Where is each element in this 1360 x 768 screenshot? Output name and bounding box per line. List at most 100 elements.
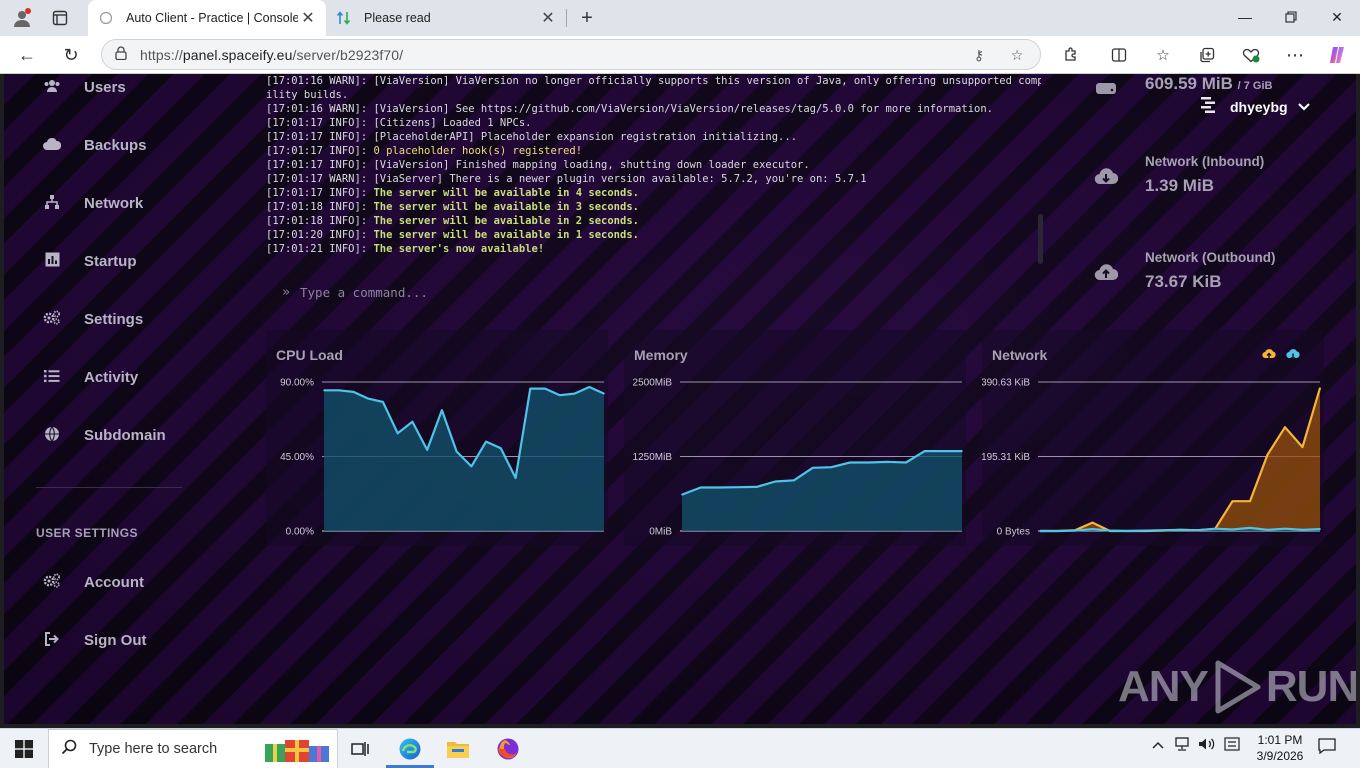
data-point [544, 387, 546, 390]
data-point [1284, 426, 1286, 428]
taskbar-clock[interactable]: 1:01 PM 3/9/2026 [1245, 732, 1315, 764]
data-point [737, 486, 739, 488]
clock-time: 1:01 PM [1257, 733, 1303, 747]
restore-icon[interactable] [1268, 0, 1314, 34]
minimize-icon[interactable]: — [1222, 0, 1268, 34]
username: dhyeybg [1230, 99, 1288, 115]
tab-actions-icon[interactable] [47, 6, 73, 30]
data-point [1231, 528, 1234, 531]
sidebar-item-users[interactable]: Users [42, 74, 126, 102]
console-line: [17:01:21 INFO]: The server's now availa… [266, 242, 1041, 256]
data-point [774, 480, 777, 483]
memory-chart-card: Memory 2500MiB 1250MiB 0MiB [624, 330, 966, 546]
data-point [426, 449, 428, 451]
data-point [514, 477, 517, 479]
new-tab-icon[interactable]: + [574, 6, 600, 30]
sidebar-item-account[interactable]: Account [42, 567, 144, 597]
more-options-icon[interactable]: ⋯ [1282, 43, 1308, 67]
close-window-icon[interactable]: ✕ [1314, 0, 1360, 34]
y-tick-label: 0 Bytes [997, 527, 1030, 538]
extensions-icon[interactable] [1058, 43, 1084, 67]
firefox-icon[interactable] [488, 733, 528, 765]
sidebar-item-activity[interactable]: Activity [42, 362, 138, 392]
data-point [500, 447, 502, 449]
data-point [382, 401, 384, 403]
sort-arrows-icon [336, 10, 352, 26]
sidebar-item-startup[interactable]: Startup [42, 246, 137, 276]
users-icon [42, 79, 62, 96]
data-point [1231, 500, 1234, 502]
chevron-down-icon [1297, 100, 1310, 114]
ime-icon[interactable] [1224, 737, 1240, 754]
lock-icon[interactable] [102, 46, 140, 63]
globe-icon [42, 426, 62, 445]
tab-please-read[interactable]: Please read ✕ [326, 0, 566, 36]
favorite-star-icon[interactable]: ☆ [1006, 45, 1028, 65]
tab-close-icon[interactable]: ✕ [538, 8, 558, 28]
console-scrollbar[interactable] [1038, 214, 1043, 264]
hdd-icon [1092, 74, 1120, 102]
back-icon[interactable]: ← [12, 40, 42, 70]
tab-separator [566, 9, 567, 27]
address-bar[interactable]: https://panel.spaceify.eu/server/b2923f7… [101, 39, 1041, 70]
sidebar-item-backups[interactable]: Backups [42, 130, 147, 160]
console-line: [17:01:17 INFO]: 0 placeholder hook(s) r… [266, 144, 1041, 158]
profile-icon[interactable] [9, 6, 35, 30]
console-line-prefix: [17:01:16 WARN]: [266, 103, 374, 115]
data-point [1301, 446, 1304, 448]
sidebar-item-settings[interactable]: Settings [42, 304, 143, 334]
chart-icon [42, 252, 62, 270]
data-point [1056, 530, 1059, 532]
data-point [718, 486, 721, 489]
console-line: [17:01:18 INFO]: The server will be avai… [266, 200, 1041, 214]
edge-taskbar-icon[interactable] [390, 733, 430, 765]
task-view-icon[interactable] [340, 733, 380, 765]
tab-close-icon[interactable]: ✕ [298, 8, 318, 28]
sidebar-item-subdomain[interactable]: Subdomain [42, 420, 166, 450]
data-point [352, 391, 355, 393]
net-in-label: Network (Inbound) [1145, 154, 1265, 169]
clock-date: 3/9/2026 [1256, 749, 1304, 763]
play-logo-icon [1215, 660, 1261, 714]
volume-icon[interactable] [1198, 737, 1216, 754]
taskbar-search[interactable]: Type here to search [48, 729, 338, 768]
stat-network-inbound: Network (Inbound) 1.39 MiB [1092, 154, 1342, 214]
console-line-prefix: [17:01:17 INFO]: [266, 117, 374, 129]
gears-icon [42, 310, 62, 328]
network-tray-icon[interactable] [1174, 737, 1190, 754]
start-icon[interactable] [4, 733, 44, 765]
refresh-icon[interactable]: ↻ [56, 40, 86, 70]
split-screen-icon[interactable] [1106, 43, 1132, 67]
file-explorer-icon[interactable] [438, 733, 478, 765]
sidebar-item-sign-out[interactable]: Sign Out [42, 625, 147, 655]
data-point [1266, 529, 1269, 531]
sidebar-item-network[interactable]: Network [42, 188, 143, 218]
stat-network-outbound: Network (Outbound) 73.67 KiB [1092, 250, 1342, 310]
data-point [411, 420, 414, 423]
sidebar-item-label: Startup [84, 252, 137, 270]
user-menu[interactable]: dhyeybg [1196, 96, 1310, 118]
console-line-text: ility builds. [266, 89, 349, 101]
console-output[interactable]: [17:01:16 WARN]: [ViaVersion] ViaVersion… [266, 74, 1041, 262]
notifications-icon[interactable] [1318, 738, 1336, 757]
data-point [455, 450, 458, 453]
browser-toolbar: ← ↻ https://panel.spaceify.eu/server/b29… [0, 36, 1360, 74]
copilot-icon[interactable] [1324, 43, 1350, 67]
collections-icon[interactable] [1194, 43, 1220, 67]
data-point [1196, 529, 1199, 531]
tray-chevron-up-icon[interactable] [1152, 737, 1164, 752]
tab-title: Auto Client - Practice | Console [126, 11, 298, 25]
browser-essentials-icon[interactable] [1238, 43, 1264, 67]
network-icon [42, 194, 62, 213]
console-line: [17:01:20 INFO]: The server will be avai… [266, 228, 1041, 242]
tab-console[interactable]: Auto Client - Practice | Console ✕ [88, 0, 326, 36]
favorites-icon[interactable]: ☆ [1150, 43, 1176, 67]
browser-tab-strip: Auto Client - Practice | Console ✕ Pleas… [0, 0, 1360, 36]
key-icon[interactable]: ⚷ [968, 45, 990, 65]
console-line: [17:01:17 INFO]: [Citizens] Loaded 1 NPC… [266, 116, 1041, 130]
command-input[interactable] [300, 284, 1000, 300]
url-text[interactable]: https://panel.spaceify.eu/server/b2923f7… [140, 47, 403, 63]
console-line-text: [ViaServer] There is a newer plugin vers… [373, 173, 867, 185]
data-point [1214, 527, 1216, 530]
list-icon [42, 369, 62, 386]
